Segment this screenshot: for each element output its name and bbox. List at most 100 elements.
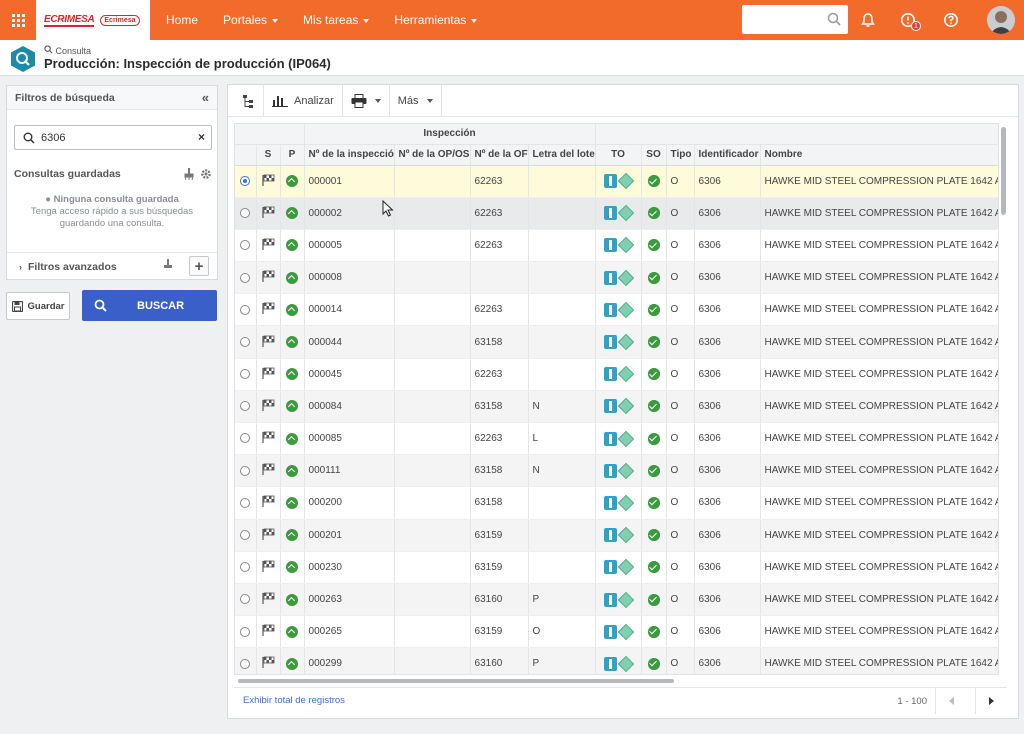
table-row[interactable]: 000008 O 6306 HAWKE MID STEEL COMPRESSION P…: [235, 261, 998, 295]
nav-home[interactable]: Home: [166, 13, 198, 27]
clear-search-icon[interactable]: ×: [198, 130, 205, 144]
col-so-header[interactable]: SO: [641, 144, 667, 166]
brush-icon[interactable]: [184, 168, 194, 180]
company-logo[interactable]: ECRIMESA Ecrimesa: [36, 0, 150, 40]
box-icon[interactable]: [617, 559, 634, 576]
row-radio[interactable]: [235, 325, 257, 359]
table-row[interactable]: 000263 63160 P O 6306 HAWKE MID STEEL COMPRES…: [235, 583, 998, 617]
help-button[interactable]: [940, 9, 962, 31]
horizontal-scrollbar[interactable]: [238, 679, 674, 683]
radio-icon[interactable]: [240, 594, 251, 605]
box-icon[interactable]: [617, 655, 634, 673]
table-row[interactable]: 000005 62263 O 6306 HAWKE MID STEEL COMPRESS…: [235, 229, 998, 263]
table-row[interactable]: 000200 63158 O 6306 HAWKE MID STEEL COMPRESS…: [235, 486, 998, 520]
row-radio[interactable]: [235, 165, 257, 198]
vertical-scrollbar[interactable]: [1001, 125, 1007, 673]
box-icon[interactable]: [617, 301, 634, 318]
col-ident-header[interactable]: Identificador: [694, 144, 761, 166]
table-row[interactable]: 000084 63158 N O 6306 HAWKE MID STEEL COMPRES…: [235, 390, 998, 424]
row-radio[interactable]: [235, 519, 257, 552]
row-radio[interactable]: [235, 615, 257, 649]
document-icon[interactable]: [603, 335, 617, 350]
radio-icon[interactable]: [240, 401, 251, 412]
box-icon[interactable]: [617, 366, 634, 383]
print-button[interactable]: [343, 84, 390, 117]
document-icon[interactable]: [603, 592, 617, 607]
radio-icon[interactable]: [240, 272, 251, 283]
row-radio[interactable]: [235, 390, 257, 424]
radio-icon[interactable]: [240, 626, 251, 637]
filter-search-input[interactable]: 6306 ×: [14, 125, 212, 150]
radio-icon[interactable]: [240, 530, 251, 541]
box-icon[interactable]: [617, 237, 634, 254]
radio-icon[interactable]: [240, 304, 251, 315]
col-nombre-header[interactable]: Nombre: [760, 144, 998, 166]
col-letra-header[interactable]: Letra del lote: [528, 144, 596, 166]
document-icon[interactable]: [603, 302, 617, 317]
table-row[interactable]: 000045 62263 O 6306 HAWKE MID STEEL COMPRESS…: [235, 358, 998, 391]
document-icon[interactable]: [603, 431, 617, 446]
tasks-alert-button[interactable]: 1: [897, 9, 921, 31]
row-radio[interactable]: [235, 583, 257, 617]
row-radio[interactable]: [235, 358, 257, 391]
nav-herramientas[interactable]: Herramientas: [394, 13, 478, 27]
box-icon[interactable]: [617, 494, 634, 512]
box-icon[interactable]: [617, 462, 634, 479]
document-icon[interactable]: [603, 399, 617, 414]
box-icon[interactable]: [617, 333, 634, 351]
row-radio[interactable]: [235, 261, 257, 295]
row-radio[interactable]: [235, 551, 257, 584]
table-row[interactable]: 000111 63158 N O 6306 HAWKE MID STEEL COMPRES…: [235, 454, 998, 488]
document-icon[interactable]: [603, 174, 617, 189]
document-icon[interactable]: [603, 367, 617, 382]
box-icon[interactable]: [617, 269, 634, 286]
radio-icon[interactable]: [240, 465, 251, 476]
row-radio[interactable]: [235, 197, 257, 230]
document-icon[interactable]: [603, 463, 617, 478]
table-row[interactable]: 000230 63159 O 6306 HAWKE MID STEEL COMPRESS…: [235, 551, 998, 584]
box-icon[interactable]: [617, 172, 634, 190]
row-radio[interactable]: [235, 229, 257, 263]
box-icon[interactable]: [617, 205, 634, 222]
row-radio[interactable]: [235, 422, 257, 456]
search-button[interactable]: BUSCAR: [82, 290, 217, 321]
table-row[interactable]: 000002 62263 O 6306 HAWKE MID STEEL COMPRESS…: [235, 197, 998, 230]
save-query-button[interactable]: Guardar: [6, 292, 70, 320]
box-icon[interactable]: [617, 527, 634, 544]
document-icon[interactable]: [603, 560, 617, 575]
box-icon[interactable]: [617, 591, 634, 608]
radio-icon[interactable]: [240, 336, 251, 347]
nav-mis-tareas[interactable]: Mis tareas: [303, 13, 370, 27]
document-icon[interactable]: [603, 206, 617, 221]
radio-icon[interactable]: [240, 175, 251, 186]
global-search-input[interactable]: [742, 5, 848, 34]
scrollbar-thumb[interactable]: [1001, 127, 1006, 215]
radio-icon[interactable]: [240, 562, 251, 573]
col-to-header[interactable]: TO: [595, 144, 642, 166]
document-icon[interactable]: [603, 656, 617, 671]
table-row[interactable]: 000265 63159 O O 6306 HAWKE MID STEEL COMPRES…: [235, 615, 998, 649]
table-row[interactable]: 000299 63160 P O 6306 HAWKE MID STEEL COMPRES…: [235, 647, 998, 674]
box-icon[interactable]: [617, 623, 634, 640]
table-row[interactable]: 000201 63159 O 6306 HAWKE MID STEEL COMPRESS…: [235, 519, 998, 552]
add-filter-button[interactable]: +: [189, 256, 209, 276]
col-s-header[interactable]: S: [256, 144, 281, 166]
table-row[interactable]: 000044 63158 O 6306 HAWKE MID STEEL COMPRESS…: [235, 325, 998, 359]
analyze-button[interactable]: Analizar: [264, 84, 343, 117]
document-icon[interactable]: [603, 238, 617, 253]
radio-icon[interactable]: [240, 658, 251, 669]
radio-icon[interactable]: [240, 497, 251, 508]
brush-icon[interactable]: [163, 259, 173, 271]
col-op-header[interactable]: Nº de la OP/OS: [394, 144, 471, 166]
row-radio[interactable]: [235, 293, 257, 327]
box-icon[interactable]: [617, 430, 634, 447]
document-icon[interactable]: [603, 624, 617, 639]
col-tipo-header[interactable]: Tipo: [666, 144, 695, 166]
nav-portales[interactable]: Portales: [223, 13, 279, 27]
notifications-button[interactable]: [857, 9, 879, 31]
advanced-filters-toggle[interactable]: › Filtros avanzados +: [7, 252, 217, 280]
col-insp-header[interactable]: Nº de la inspección: [304, 144, 395, 166]
table-row[interactable]: 000014 62263 O 6306 HAWKE MID STEEL COMPRESS…: [235, 293, 998, 327]
radio-icon[interactable]: [240, 240, 251, 251]
tree-view-button[interactable]: [234, 84, 264, 117]
